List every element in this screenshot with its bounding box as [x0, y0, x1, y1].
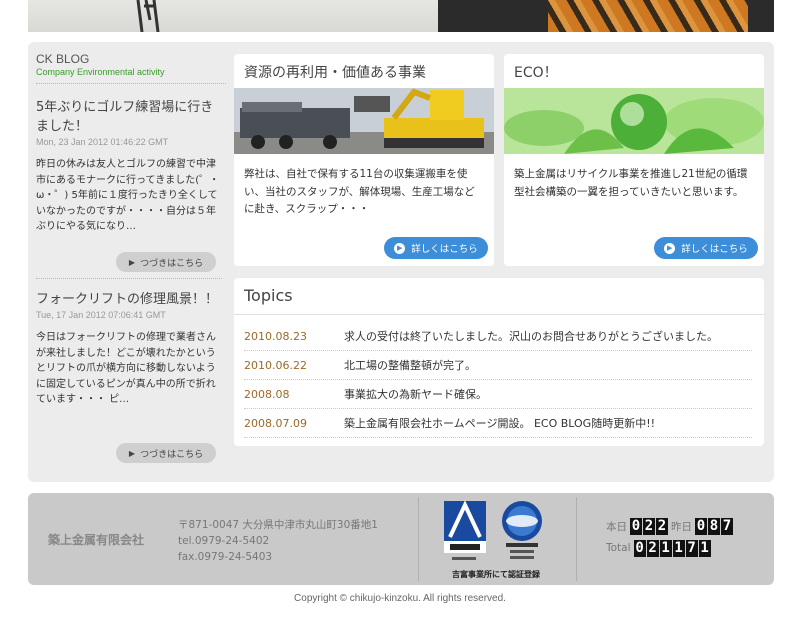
card-description: 弊社は、自社で保有する11台の収集運搬車を使い、当社のスタッフが、解体現場、生産… [244, 168, 475, 215]
total-label: Total [606, 542, 631, 554]
details-label: 詳しくはこちら [681, 244, 748, 255]
counter-digit: 0 [695, 517, 707, 535]
today-count: 022 [630, 517, 668, 535]
divider [36, 83, 226, 84]
topic-row[interactable]: 2010.06.22 北工場の整備整頓が完了。 [244, 351, 752, 380]
copyright: Copyright © chikujo-kinzoku. All rights … [294, 593, 506, 604]
divider [418, 497, 419, 581]
counter-digit: 1 [672, 539, 685, 557]
footer-fax: fax.0979-24-5403 [178, 551, 273, 563]
yesterday-count: 087 [695, 517, 733, 535]
blog-title: CK BLOG [36, 52, 90, 66]
read-more-button[interactable]: ▶ つづきはこちら [116, 443, 216, 463]
topic-date: 2010.08.23 [244, 329, 307, 343]
recycling-business-card: 資源の再利用・価値ある事業 弊社は、自社で保有する11台の収集運搬車を使い、当社… [234, 54, 494, 266]
topic-text: 求人の受付は終了いたしました。沢山のお問合せありがとうございました。 [344, 330, 718, 343]
divider [576, 497, 577, 581]
today-label: 本日 [606, 520, 627, 533]
post-excerpt: 今日はフォークリフトの修理で業者さんが来社しました！どこが壊れたかというとリフト… [36, 332, 216, 405]
play-arrow-icon: ▶ [128, 448, 136, 458]
post-date: Mon, 23 Jan 2012 01:46:22 GMT [36, 137, 169, 147]
footer-tel: tel.0979-24-5402 [178, 535, 270, 547]
total-count: 021171 [633, 539, 711, 557]
counter-digit: 1 [659, 539, 672, 557]
crane-silhouette-icon [136, 0, 160, 32]
card-title: 資源の再利用・価値ある事業 [244, 65, 426, 81]
divider [234, 314, 764, 315]
topics-panel: Topics 2010.08.23 求人の受付は終了いたしました。沢山のお問合せ… [234, 278, 764, 446]
blog-header: CK BLOG Company Environmental activity [36, 52, 226, 84]
blog-post: フォークリフトの修理風景！！ Tue, 17 Jan 2012 07:06:41… [36, 290, 222, 408]
counter-digit: 0 [633, 539, 646, 557]
arrow-right-icon: ▶ [394, 242, 406, 254]
topic-date: 2008.08 [244, 387, 290, 401]
yesterday-label: 昨日 [671, 520, 692, 533]
counter-digit: 2 [643, 517, 655, 535]
topic-date: 2008.07.09 [244, 416, 307, 430]
topics-title: Topics [244, 286, 293, 305]
post-title[interactable]: 5年ぶりにゴルフ練習場に行きました！ [36, 98, 222, 136]
certification-caption: 吉富事業所にて認証登録 [452, 570, 540, 579]
counter-digit: 2 [646, 539, 659, 557]
details-button[interactable]: ▶ 詳しくはこちら [654, 237, 758, 259]
read-more-label: つづきはこちら [140, 258, 204, 269]
footer-company-name: 築上金属有限会社 [48, 533, 145, 547]
card-title: ECO！ [514, 65, 558, 81]
jab-jsa-certification-icon [444, 500, 542, 560]
header-banner-image [28, 0, 774, 32]
blog-subtitle: Company Environmental activity [36, 67, 165, 77]
footer-address: 〒871-0047 大分県中津市丸山町30番地1 [178, 519, 378, 531]
play-arrow-icon: ▶ [128, 257, 136, 267]
banner-machinery-image [548, 0, 748, 32]
certification-logos: 吉富事業所にて認証登録 [440, 499, 552, 581]
counter-digit: 1 [698, 539, 711, 557]
details-button[interactable]: ▶ 詳しくはこちら [384, 237, 488, 259]
post-date: Tue, 17 Jan 2012 07:06:41 GMT [36, 310, 166, 320]
eco-card: ECO！ 築上金属はリサイクル事業を推進し21世紀の循環型社会構築の一翼を担って… [504, 54, 764, 266]
topic-row[interactable]: 2008.07.09 築上金属有限会社ホームページ開設。 ECO BLOG随時更… [244, 409, 752, 438]
eco-globe-image [504, 88, 764, 154]
main-content: CK BLOG Company Environmental activity 5… [28, 42, 774, 482]
read-more-label: つづきはこちら [140, 449, 204, 460]
counter-digit: 7 [685, 539, 698, 557]
read-more-button[interactable]: ▶ つづきはこちら [116, 252, 216, 272]
footer-address-block: 〒871-0047 大分県中津市丸山町30番地1 tel.0979-24-540… [178, 517, 378, 565]
post-title[interactable]: フォークリフトの修理風景！！ [36, 290, 222, 309]
topic-row[interactable]: 2008.08 事業拡大の為新ヤード確保。 [244, 380, 752, 409]
topic-text: 北工場の整備整頓が完了。 [344, 359, 476, 372]
card-description: 築上金属はリサイクル事業を推進し21世紀の循環型社会構築の一翼を担っていきたいと… [514, 168, 748, 198]
post-excerpt: 昨日の休みは友人とゴルフの練習で中津市にあるモナークに行ってきました(゜・ω・゜… [36, 159, 220, 232]
topic-date: 2010.06.22 [244, 358, 307, 372]
blog-post: 5年ぶりにゴルフ練習場に行きました！ Mon, 23 Jan 2012 01:4… [36, 98, 222, 235]
counter-digit: 2 [656, 517, 668, 535]
counter-digit: 8 [708, 517, 720, 535]
site-footer: 築上金属有限会社 〒871-0047 大分県中津市丸山町30番地1 tel.09… [28, 493, 774, 585]
trucks-image [234, 88, 494, 154]
arrow-right-icon: ▶ [664, 242, 676, 254]
access-counter: 本日 022 昨日 087 Total 021171 [606, 515, 733, 559]
counter-digit: 7 [721, 517, 733, 535]
topic-row[interactable]: 2010.08.23 求人の受付は終了いたしました。沢山のお問合せありがとうござ… [244, 322, 752, 351]
details-label: 詳しくはこちら [411, 244, 478, 255]
divider [36, 278, 222, 279]
topic-text: 築上金属有限会社ホームページ開設。 ECO BLOG随時更新中!! [344, 417, 656, 430]
topic-text: 事業拡大の為新ヤード確保。 [344, 388, 487, 401]
counter-digit: 0 [630, 517, 642, 535]
